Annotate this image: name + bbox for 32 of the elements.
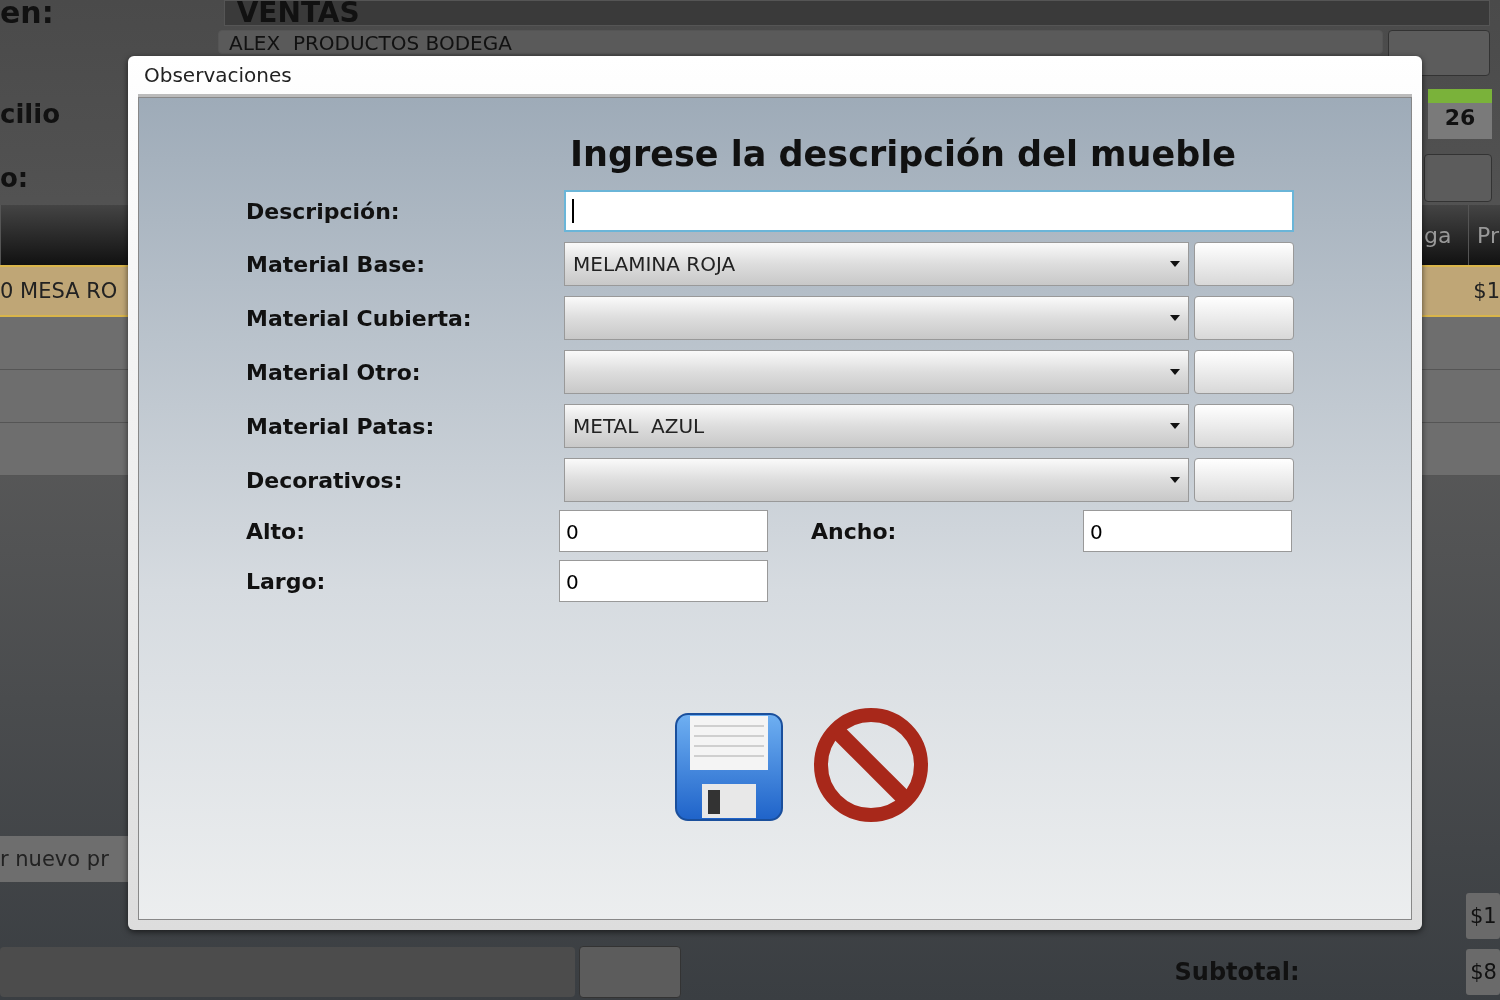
calendar-button[interactable]: 26 (1428, 89, 1492, 139)
material-dropdown[interactable] (564, 458, 1189, 502)
form-label: o: (0, 162, 29, 193)
material-dropdown[interactable]: MELAMINA ROJA (564, 242, 1189, 286)
dropdown-arrow-icon (1170, 261, 1180, 267)
dropdown-arrow-icon (1170, 477, 1180, 483)
field-label: Descripción: (246, 198, 401, 224)
field-label: Decorativos: (246, 467, 404, 493)
subtotal-field: $8 (1466, 949, 1500, 995)
material-dropdown[interactable]: METAL AZUL (564, 404, 1189, 448)
material-dropdown[interactable] (564, 350, 1189, 394)
floppy-disk-save-icon[interactable] (674, 712, 784, 822)
description-input[interactable] (564, 190, 1294, 232)
dropdown-arrow-icon (1170, 315, 1180, 321)
field-label: Largo: (246, 568, 327, 594)
dialog-title: Observaciones (144, 63, 292, 87)
field-label: Alto: (246, 518, 306, 544)
field-label: Material Otro: (246, 359, 422, 385)
form-label: cilio (0, 99, 60, 129)
field-label: Ancho: (810, 518, 898, 544)
field-label: Material Base: (246, 251, 427, 277)
dropdown-arrow-icon (1170, 369, 1180, 375)
form-label: en: (0, 0, 54, 26)
number-input[interactable]: 0 (559, 560, 768, 602)
field-label: Material Patas: (246, 413, 436, 439)
material-dropdown[interactable] (564, 296, 1189, 340)
field-label: Material Cubierta: (246, 305, 473, 331)
total-field: $1 (1466, 893, 1500, 939)
number-input[interactable]: 0 (559, 510, 768, 552)
number-input[interactable]: 0 (1083, 510, 1292, 552)
dialog-heading: Ingrese la descripción del mueble (570, 134, 1237, 176)
dropdown-arrow-icon (1170, 423, 1180, 429)
